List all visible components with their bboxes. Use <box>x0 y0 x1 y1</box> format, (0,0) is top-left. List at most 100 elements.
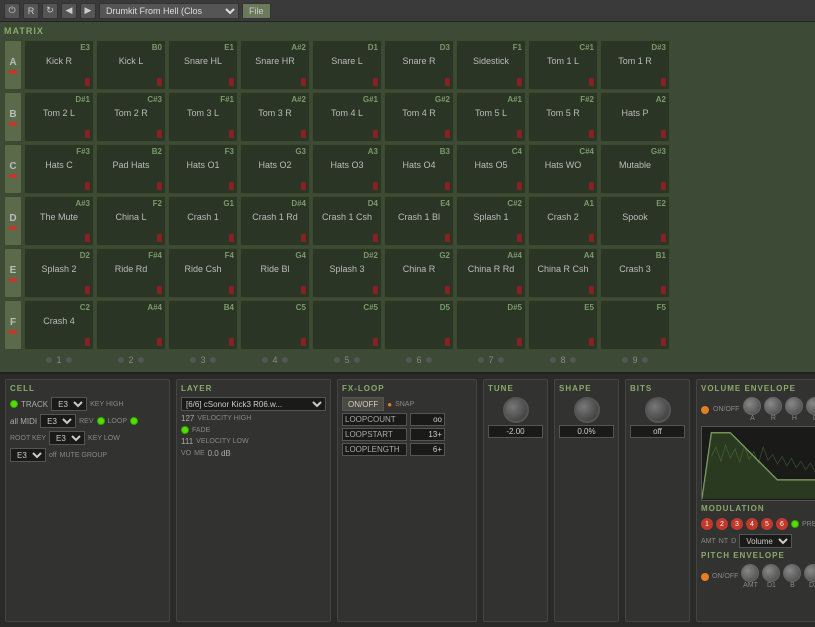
cell-E-3[interactable]: F4 Ride Csh <box>168 248 238 298</box>
cell-E-7[interactable]: A#4 China R Rd <box>456 248 526 298</box>
cell-F-3[interactable]: B4 <box>168 300 238 350</box>
cell-C-1[interactable]: F#3 Hats C <box>24 144 94 194</box>
col-num-1: 1 <box>24 352 94 368</box>
cell-F-4[interactable]: C5 <box>240 300 310 350</box>
file-button[interactable]: File <box>242 3 271 19</box>
cell-indicator <box>301 234 306 242</box>
cell-A-9[interactable]: D#3 Tom 1 R <box>600 40 670 90</box>
cell-D-3[interactable]: G1 Crash 1 <box>168 196 238 246</box>
mod-4[interactable]: 4 <box>746 518 758 530</box>
cell-F-5[interactable]: C#5 <box>312 300 382 350</box>
prev-icon[interactable]: ◀ <box>61 3 77 19</box>
env-onoff-led[interactable] <box>701 406 709 414</box>
mod-1[interactable]: 1 <box>701 518 713 530</box>
pitch-onoff-led[interactable] <box>701 573 709 581</box>
matrix-row-D: D A#3 The Mute F2 China L G1 Crash 1 D#4… <box>4 196 815 246</box>
cell-C-7[interactable]: C4 Hats O5 <box>456 144 526 194</box>
mod-5[interactable]: 5 <box>761 518 773 530</box>
keylow-select[interactable]: E3 <box>10 448 46 462</box>
cell-B-9[interactable]: A2 Hats P <box>600 92 670 142</box>
cell-note: E5 <box>532 303 594 312</box>
cell-D-1[interactable]: A#3 The Mute <box>24 196 94 246</box>
col-num-8: 8 <box>528 352 598 368</box>
mod-6[interactable]: 6 <box>776 518 788 530</box>
tune-knob[interactable] <box>503 397 529 423</box>
cell-E-4[interactable]: G4 Ride Bl <box>240 248 310 298</box>
cell-D-2[interactable]: F2 China L <box>96 196 166 246</box>
cell-B-6[interactable]: G#2 Tom 4 R <box>384 92 454 142</box>
cell-D-5[interactable]: D4 Crash 1 Csh <box>312 196 382 246</box>
cell-A-1[interactable]: E3 Kick R <box>24 40 94 90</box>
cell-E-8[interactable]: A4 China R Csh <box>528 248 598 298</box>
midi-select[interactable]: E3 <box>40 414 76 428</box>
track-led <box>10 400 18 408</box>
loop-icon[interactable]: ↻ <box>42 3 58 19</box>
cell-note: B3 <box>388 147 450 156</box>
vol-label: VO <box>181 450 191 457</box>
cell-F-7[interactable]: D#5 <box>456 300 526 350</box>
cell-A-8[interactable]: C#1 Tom 1 L <box>528 40 598 90</box>
cell-C-9[interactable]: G#3 Mutable <box>600 144 670 194</box>
cell-A-7[interactable]: F1 Sidestick <box>456 40 526 90</box>
cell-name: Tom 1 L <box>532 56 594 66</box>
loopcount-label: LOOPCOUNT <box>342 413 407 426</box>
cell-name: Tom 2 L <box>28 108 90 118</box>
cell-indicator <box>661 130 666 138</box>
mod-3[interactable]: 3 <box>731 518 743 530</box>
cell-D-7[interactable]: C#2 Splash 1 <box>456 196 526 246</box>
cell-A-2[interactable]: B0 Kick L <box>96 40 166 90</box>
cell-E-2[interactable]: F#4 Ride Rd <box>96 248 166 298</box>
cell-note: D4 <box>316 199 378 208</box>
cell-note: B4 <box>172 303 234 312</box>
cell-B-2[interactable]: C#3 Tom 2 R <box>96 92 166 142</box>
cell-F-6[interactable]: D5 <box>384 300 454 350</box>
cell-A-6[interactable]: D3 Snare R <box>384 40 454 90</box>
cell-E-5[interactable]: D#2 Splash 3 <box>312 248 382 298</box>
sample-select[interactable]: [6/6] cSonor Kick3 R06.w... <box>181 397 326 411</box>
cell-E-1[interactable]: D2 Splash 2 <box>24 248 94 298</box>
cell-A-4[interactable]: A#2 Snare HR <box>240 40 310 90</box>
cell-name: Hats O1 <box>172 160 234 170</box>
cell-indicator <box>229 234 234 242</box>
cell-C-3[interactable]: F3 Hats O1 <box>168 144 238 194</box>
cell-F-2[interactable]: A#4 <box>96 300 166 350</box>
cell-D-8[interactable]: A1 Crash 2 <box>528 196 598 246</box>
cell-B-4[interactable]: A#2 Tom 3 R <box>240 92 310 142</box>
cell-B-8[interactable]: F#2 Tom 5 R <box>528 92 598 142</box>
off-label: off <box>49 452 57 459</box>
cell-E-9[interactable]: B1 Crash 3 <box>600 248 670 298</box>
cell-C-2[interactable]: B2 Pad Hats <box>96 144 166 194</box>
mod-dest[interactable]: Volume <box>739 534 792 548</box>
cell-D-4[interactable]: D#4 Crash 1 Rd <box>240 196 310 246</box>
fxloop-onoff[interactable]: ON/OFF <box>342 397 384 411</box>
cell-B-3[interactable]: F#1 Tom 3 L <box>168 92 238 142</box>
cell-B-5[interactable]: G#1 Tom 4 L <box>312 92 382 142</box>
cell-A-3[interactable]: E1 Snare HL <box>168 40 238 90</box>
shape-knob[interactable] <box>574 397 600 423</box>
cell-C-4[interactable]: G3 Hats O2 <box>240 144 310 194</box>
record-icon[interactable]: R <box>23 3 39 19</box>
cell-indicator <box>157 338 162 346</box>
root-select[interactable]: E3 <box>49 431 85 445</box>
cell-name: Hats P <box>604 108 666 118</box>
cell-F-1[interactable]: C2 Crash 4 <box>24 300 94 350</box>
cell-C-6[interactable]: B3 Hats O4 <box>384 144 454 194</box>
mod-2[interactable]: 2 <box>716 518 728 530</box>
cell-C-5[interactable]: A3 Hats O3 <box>312 144 382 194</box>
cell-F-8[interactable]: E5 <box>528 300 598 350</box>
next-icon[interactable]: ▶ <box>80 3 96 19</box>
cell-name: The Mute <box>28 212 90 222</box>
cell-F-9[interactable]: F5 <box>600 300 670 350</box>
cell-D-9[interactable]: E2 Spook <box>600 196 670 246</box>
cell-D-6[interactable]: E4 Crash 1 Bl <box>384 196 454 246</box>
cell-A-5[interactable]: D1 Snare L <box>312 40 382 90</box>
note-select[interactable]: E3 <box>51 397 87 411</box>
cell-E-6[interactable]: G2 China R <box>384 248 454 298</box>
cell-B-1[interactable]: D#1 Tom 2 L <box>24 92 94 142</box>
cell-C-8[interactable]: C#4 Hats WO <box>528 144 598 194</box>
bits-knob[interactable] <box>645 397 671 423</box>
cell-B-7[interactable]: A#1 Tom 5 L <box>456 92 526 142</box>
shape-title: SHAPE <box>559 384 614 393</box>
preset-select[interactable]: Drumkit From Hell (Clos <box>99 3 239 19</box>
power-icon[interactable]: ⏻ <box>4 3 20 19</box>
